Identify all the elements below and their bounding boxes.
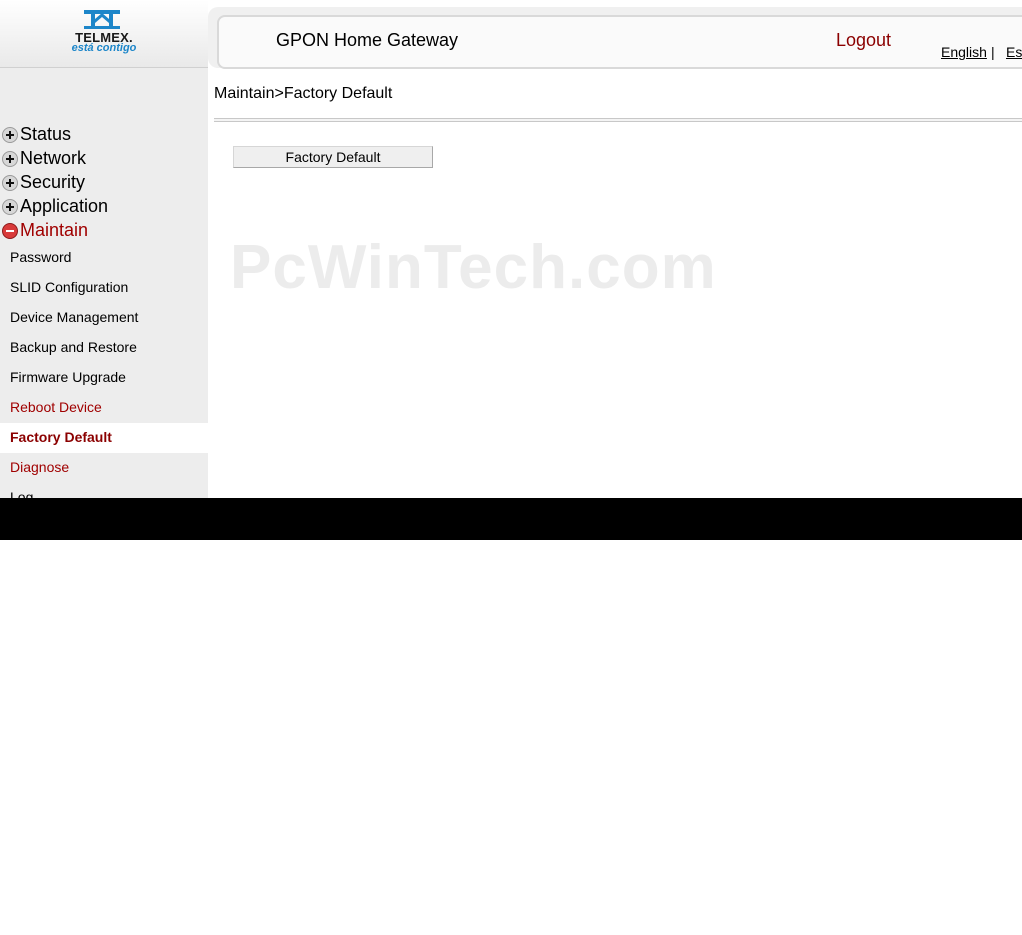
logo-area: TELMEX. está contigo [0, 0, 208, 68]
page-title: GPON Home Gateway [276, 30, 459, 50]
sidebar-item-label: Diagnose [10, 459, 70, 475]
sidebar-menu-maintain[interactable]: Maintain [0, 220, 208, 244]
sidebar-item-reboot-device[interactable]: Reboot Device [0, 393, 208, 423]
logo-tagline: está contigo [71, 42, 137, 54]
sidebar-menu-label: Maintain [20, 220, 89, 240]
divider [214, 118, 1022, 122]
plus-icon [2, 151, 18, 167]
sidebar-item-backup-restore[interactable]: Backup and Restore [0, 333, 208, 363]
plus-icon [2, 199, 18, 215]
telmex-logo-icon [84, 10, 120, 29]
sidebar-item-slid-configuration[interactable]: SLID Configuration [0, 273, 208, 303]
breadcrumb: Maintain>Factory Default [214, 85, 393, 102]
sidebar-item-diagnose[interactable]: Diagnose [0, 453, 208, 483]
sidebar-item-log[interactable]: Log [0, 483, 208, 498]
sidebar-item-label: Log [10, 489, 34, 498]
sidebar-item-device-management[interactable]: Device Management [0, 303, 208, 333]
sidebar-item-label: Backup and Restore [10, 339, 137, 355]
sidebar-item-label: Firmware Upgrade [10, 369, 126, 385]
language-separator: | [991, 44, 995, 60]
language-spanish-link[interactable]: Es [1006, 44, 1022, 60]
sidebar-menu-label: Network [20, 148, 87, 168]
sidebar-item-label: Device Management [10, 309, 139, 325]
sidebar-item-factory-default[interactable]: Factory Default [0, 423, 208, 453]
sidebar-menu-network[interactable]: Network [0, 148, 208, 172]
minus-icon [2, 223, 18, 239]
sidebar: Status Network Security Application Main… [0, 68, 208, 498]
sidebar-item-label: Password [10, 249, 72, 265]
plus-icon [2, 175, 18, 191]
sidebar-item-label: Factory Default [10, 429, 112, 445]
sidebar-menu-security[interactable]: Security [0, 172, 208, 196]
watermark: PcWinTech.com [230, 233, 717, 302]
logout-link[interactable]: Logout [836, 30, 891, 51]
sidebar-menu-status[interactable]: Status [0, 124, 208, 148]
sidebar-menu-application[interactable]: Application [0, 196, 208, 220]
sidebar-item-password[interactable]: Password [0, 243, 208, 273]
sidebar-item-firmware-upgrade[interactable]: Firmware Upgrade [0, 363, 208, 393]
sidebar-menu-label: Application [20, 196, 109, 216]
sidebar-item-label: SLID Configuration [10, 279, 129, 295]
sidebar-menu-label: Security [20, 172, 86, 192]
sidebar-menu-label: Status [20, 124, 72, 144]
language-english-link[interactable]: English [941, 44, 987, 60]
sidebar-item-label: Reboot Device [10, 399, 102, 415]
plus-icon [2, 127, 18, 143]
factory-default-button[interactable]: Factory Default [233, 146, 433, 168]
black-bar [0, 498, 1022, 540]
